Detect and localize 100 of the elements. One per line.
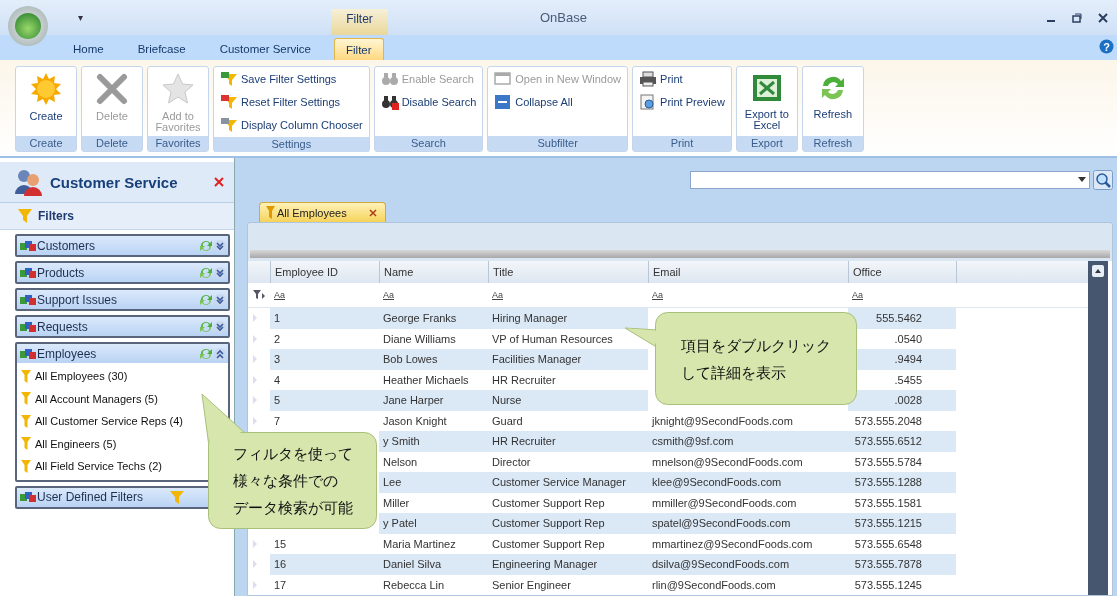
table-cell-text: 17 xyxy=(273,577,288,593)
ribbon-large-button[interactable]: Refresh xyxy=(802,67,863,136)
table-cell: 16 xyxy=(270,554,379,575)
callout-text: 項目をダブルクリック して詳細を表示 xyxy=(681,335,831,383)
ribbon-button[interactable]: Disable Search xyxy=(380,92,477,112)
ribbon-tab[interactable]: Briefcase xyxy=(126,38,197,60)
table-cell-text: Rebecca Lin xyxy=(382,577,446,593)
section-header[interactable]: Products xyxy=(17,263,228,282)
table-cell-text: Maria Martinez xyxy=(382,536,457,552)
table-cell-text: .0540 xyxy=(893,331,923,347)
table-cell: y Patel xyxy=(379,513,488,534)
table-cell: 5 xyxy=(270,390,379,411)
group-label: Delete xyxy=(82,136,142,151)
table-cell-text: 573.555.6548 xyxy=(853,536,923,552)
table-cell: Hiring Manager xyxy=(488,308,648,329)
table-cell-text: 7 xyxy=(273,413,282,429)
ribbon-button[interactable]: Print xyxy=(639,69,725,89)
table-cell-text: mmartinez@9SecondFoods.com xyxy=(651,536,814,552)
ribbon-tab[interactable]: Customer Service xyxy=(208,38,322,60)
table-cell-text: 573.555.1581 xyxy=(853,495,923,511)
text-filter-hint[interactable]: Aa xyxy=(652,290,663,300)
ribbon-button[interactable]: Print Preview xyxy=(639,92,725,112)
document-tab[interactable]: All Employees xyxy=(259,202,386,222)
ribbon-button[interactable]: Display Column Chooser xyxy=(220,115,363,135)
section-header[interactable]: Support Issues xyxy=(17,290,228,309)
filter-item[interactable]: All Customer Service Reps (4) xyxy=(21,410,224,433)
table-cell: 1 xyxy=(270,308,379,329)
column-header[interactable]: Title xyxy=(488,261,648,283)
group-label: Settings xyxy=(214,137,369,152)
table-cell-text: 573.555.5784 xyxy=(853,454,923,470)
group-label: Subfilter xyxy=(488,136,628,151)
table-cell: spatel@9SecondFoods.com xyxy=(648,513,848,534)
table-cell-text: Customer Support Rep xyxy=(491,495,606,511)
group-label: Print xyxy=(633,136,731,151)
table-cell: 573.555.1288 xyxy=(848,472,956,493)
table-cell: 573.555.7878 xyxy=(848,554,956,575)
ribbon-large-button[interactable]: Create xyxy=(16,67,76,136)
table-cell: 3 xyxy=(270,349,379,370)
table-cell-text: 15 xyxy=(273,536,288,552)
table-cell-text: mnelson@9SecondFoods.com xyxy=(651,454,804,470)
section-header[interactable]: Employees xyxy=(17,344,228,363)
table-cell-text: Director xyxy=(491,454,532,470)
filter-item[interactable]: All Engineers (5) xyxy=(21,432,224,455)
table-cell: y Smith xyxy=(379,431,488,452)
ribbon-large-button[interactable]: Export to Excel xyxy=(736,67,797,136)
ribbon-button[interactable]: Reset Filter Settings xyxy=(220,92,363,112)
table-cell: Engineering Manager xyxy=(488,554,648,575)
table-cell-text: Miller xyxy=(382,495,411,511)
group-label: Export xyxy=(736,136,797,151)
callout-text: フィルタを使って 様々な条件での データ検索が可能 xyxy=(232,444,353,518)
table-cell-text: 2 xyxy=(273,331,282,347)
table-cell-text: 573.555.2048 xyxy=(853,413,923,429)
table-cell-text: 573.555.1245 xyxy=(853,577,923,593)
panel-title: Customer Service xyxy=(50,173,178,191)
context-tab-label: Filter xyxy=(331,9,388,35)
column-header[interactable]: Employee ID xyxy=(270,261,379,283)
ribbon-tab[interactable]: Home xyxy=(62,38,115,60)
table-cell: 555.5462 xyxy=(848,308,956,329)
table-cell: 573.555.6512 xyxy=(848,431,956,452)
table-cell-text: HR Recruiter xyxy=(491,372,557,388)
table-cell-text: Nelson xyxy=(382,454,419,470)
ribbon-tab[interactable]: Filter xyxy=(334,38,384,60)
table-cell: Nurse xyxy=(488,390,648,411)
window-title: OnBase xyxy=(540,10,587,25)
text-filter-hint[interactable]: Aa xyxy=(852,290,863,300)
table-cell: klee@9SecondFoods.com xyxy=(648,472,848,493)
filter-item[interactable]: All Field Service Techs (2) xyxy=(21,455,224,478)
text-filter-hint[interactable]: Aa xyxy=(383,290,394,300)
group-label: Favorites xyxy=(148,136,208,151)
quick-access-dropdown[interactable]: ▾ xyxy=(78,12,83,23)
table-cell-text: rlin@9SecondFoods.com xyxy=(651,577,777,593)
column-header[interactable]: Email xyxy=(648,261,848,283)
table-cell: Daniel Silva xyxy=(379,554,488,575)
filter-item[interactable]: All Account Managers (5) xyxy=(21,387,224,410)
table-cell: .0028 xyxy=(848,390,956,411)
filter-item[interactable]: All Employees (30) xyxy=(21,365,224,388)
help-icon[interactable]: ? xyxy=(1099,39,1114,54)
section-header[interactable]: Requests xyxy=(17,317,228,336)
table-cell: 573.555.1215 xyxy=(848,513,956,534)
table-cell-text: Diane Williams xyxy=(382,331,457,347)
table-cell: HR Recruiter xyxy=(488,431,648,452)
column-header[interactable]: Office xyxy=(848,261,956,283)
ribbon-button[interactable]: Save Filter Settings xyxy=(220,69,363,89)
table-cell: csmith@9sf.com xyxy=(648,431,848,452)
text-filter-hint[interactable]: Aa xyxy=(492,290,503,300)
table-cell: George Franks xyxy=(379,308,488,329)
table-cell: Bob Lowes xyxy=(379,349,488,370)
table-cell-text: VP of Human Resources xyxy=(491,331,614,347)
table-cell: Customer Support Rep xyxy=(488,513,648,534)
table-cell-text: .5455 xyxy=(893,372,923,388)
text-filter-hint[interactable]: Aa xyxy=(274,290,285,300)
table-cell: Customer Service Manager xyxy=(488,472,648,493)
column-header[interactable]: Name xyxy=(379,261,488,283)
filters-header: Filters xyxy=(0,203,234,230)
section-header[interactable]: Customers xyxy=(17,236,228,255)
ribbon-button[interactable]: Collapse All xyxy=(494,92,622,112)
table-cell: Jane Harper xyxy=(379,390,488,411)
group-label: Search xyxy=(374,136,483,151)
table-cell-text: 4 xyxy=(273,372,282,388)
table-cell-text: mmiller@9SecondFoods.com xyxy=(651,495,798,511)
